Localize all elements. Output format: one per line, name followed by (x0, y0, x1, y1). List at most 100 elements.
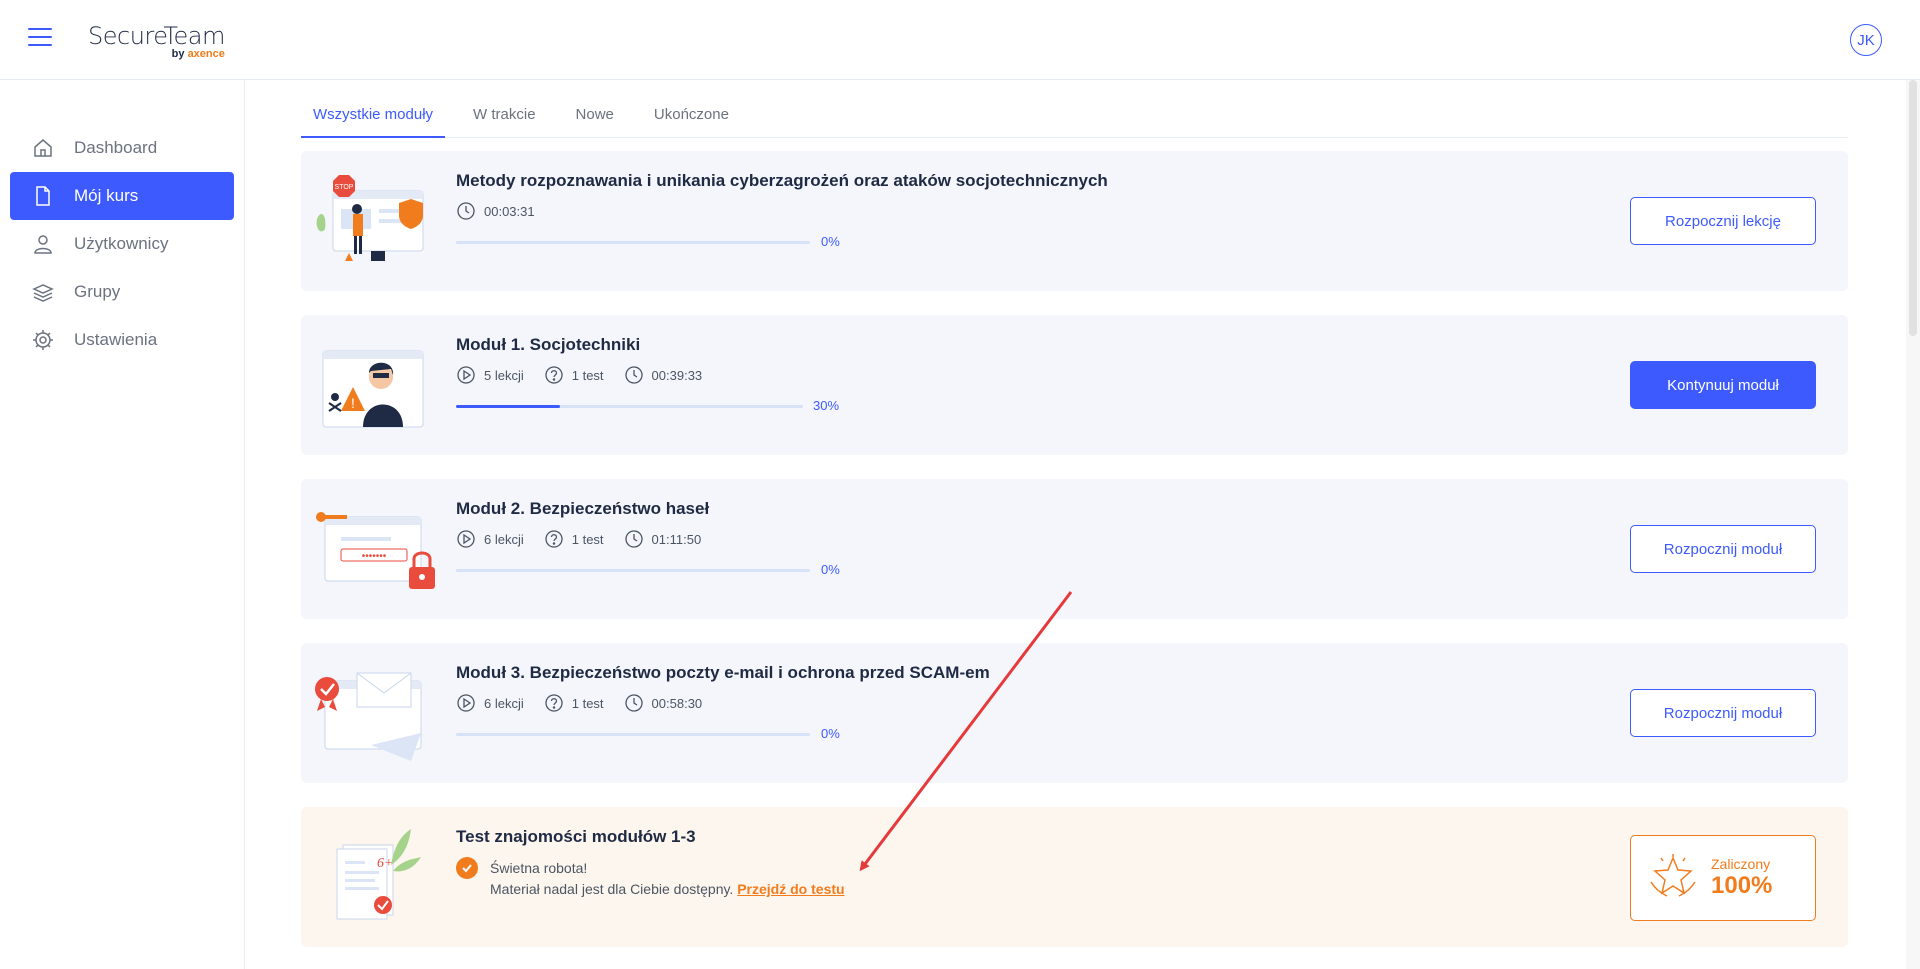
lessons: 5 lekcji (456, 365, 524, 385)
play-icon (457, 530, 475, 548)
lessons-count: 6 lekcji (484, 531, 524, 547)
duration: 00:39:33 (624, 365, 703, 385)
sidebar-item-grupy[interactable]: Grupy (10, 268, 234, 316)
tests: 1 test (544, 365, 604, 385)
result-value: 100% (1711, 872, 1773, 899)
duration: 00:58:30 (624, 693, 703, 713)
logo[interactable]: SecureTeam by axence (88, 22, 225, 60)
module-card: STOP Metody rozpoznawania i unikania cyb… (301, 151, 1848, 291)
module-card: ••••••• Moduł 2. Bezpieczeństwo haseł 6 … (301, 479, 1848, 619)
test-title: Test znajomości modułów 1-3 (456, 827, 696, 846)
success-text: Świetna robota! (490, 860, 588, 876)
progress-fill (456, 405, 561, 408)
module-meta: 6 lekcji 1 test 01:11:50 (456, 529, 721, 549)
module-card: ! Moduł 1. Socjotechniki 5 lekcji 1 test… (301, 315, 1848, 455)
test-card: 6+ Test znajomości modułów 1-3 Świetna r… (301, 807, 1848, 947)
question-icon (545, 530, 563, 548)
lessons: 6 lekcji (456, 693, 524, 713)
tab-ukonczone[interactable]: Ukończone (642, 92, 741, 138)
tab-wszystkie[interactable]: Wszystkie moduły (301, 92, 446, 138)
availability-text: Materiał nadal jest dla Ciebie dostępny. (490, 881, 734, 897)
home-icon (32, 137, 54, 159)
go-to-test-link[interactable]: Przejdź do testu (737, 881, 844, 897)
module-thumbnail: ••••••• (311, 497, 441, 601)
svg-text:STOP: STOP (335, 184, 354, 191)
start-module-button[interactable]: Rozpocznij moduł (1630, 525, 1816, 573)
result-label: Zaliczony (1711, 856, 1771, 872)
lessons-count: 5 lekcji (484, 367, 524, 383)
lessons: 6 lekcji (456, 529, 524, 549)
tests-count: 1 test (571, 695, 604, 711)
sidebar-item-label: Użytkownicy (74, 234, 169, 253)
svg-text:•••••••: ••••••• (362, 551, 387, 562)
duration: 01:11:50 (624, 529, 702, 549)
clock-icon (457, 202, 475, 220)
module-tabs: Wszystkie moduły W trakcie Nowe Ukończon… (301, 92, 1848, 138)
continue-module-button[interactable]: Kontynuuj moduł (1630, 361, 1816, 409)
tab-nowe[interactable]: Nowe (564, 92, 626, 138)
avatar[interactable]: JK (1850, 24, 1882, 56)
user-icon (32, 233, 54, 255)
duration-value: 00:39:33 (651, 367, 703, 383)
hamburger-menu-icon[interactable] (28, 28, 52, 50)
svg-text:6+: 6+ (377, 856, 393, 871)
module-meta: 6 lekcji 1 test 00:58:30 (456, 693, 722, 713)
scrollbar[interactable] (1906, 80, 1920, 969)
main-content: Wszystkie moduły W trakcie Nowe Ukończon… (281, 80, 1871, 969)
sidebar-item-uzytkownicy[interactable]: Użytkownicy (10, 220, 234, 268)
duration-value: 00:58:30 (651, 695, 703, 711)
test-result-badge: Zaliczony 100% (1630, 835, 1816, 921)
play-icon (457, 694, 475, 712)
layers-icon (32, 281, 54, 303)
svg-text:!: ! (351, 395, 355, 411)
document-icon (32, 185, 54, 207)
progress-bar (456, 241, 810, 244)
module-thumbnail: STOP (311, 169, 441, 273)
logo-text: SecureTeam (88, 22, 225, 50)
module-title: Metody rozpoznawania i unikania cyberzag… (456, 171, 1108, 190)
clock-icon (624, 694, 643, 712)
clock-icon (624, 366, 643, 384)
duration-value: 00:03:31 (484, 203, 535, 219)
sidebar: Dashboard Mój kurs Użytkownicy Grupy Ust… (0, 80, 245, 969)
sidebar-item-dashboard[interactable]: Dashboard (10, 124, 234, 172)
top-header: SecureTeam by axence JK (0, 0, 1920, 80)
tests: 1 test (544, 693, 604, 713)
sidebar-item-moj-kurs[interactable]: Mój kurs (10, 172, 234, 220)
sidebar-item-label: Dashboard (74, 138, 158, 157)
start-module-button[interactable]: Rozpocznij moduł (1630, 689, 1816, 737)
tab-w-trakcie[interactable]: W trakcie (461, 92, 548, 138)
scrollbar-thumb[interactable] (1909, 80, 1917, 336)
duration-value: 01:11:50 (651, 531, 702, 547)
tests-count: 1 test (571, 531, 604, 547)
module-thumbnail: ! (311, 333, 441, 437)
success-message: Świetna robota! (456, 857, 587, 879)
progress-bar (456, 405, 803, 408)
sidebar-item-label: Ustawienia (74, 330, 158, 349)
module-thumbnail (311, 661, 441, 765)
progress-bar (456, 569, 810, 572)
availability-message: Materiał nadal jest dla Ciebie dostępny.… (490, 881, 845, 897)
duration: 00:03:31 (456, 201, 535, 221)
start-lesson-button[interactable]: Rozpocznij lekcję (1630, 197, 1816, 245)
question-icon (545, 366, 563, 384)
progress-percent: 0% (821, 726, 840, 741)
award-icon (1650, 854, 1696, 897)
sidebar-item-ustawienia[interactable]: Ustawienia (10, 316, 234, 364)
tests-count: 1 test (571, 367, 604, 383)
check-icon (456, 857, 478, 879)
clock-icon (624, 530, 643, 548)
gear-icon (32, 329, 54, 351)
module-meta: 00:03:31 (456, 201, 555, 221)
sidebar-item-label: Grupy (74, 282, 121, 301)
module-title: Moduł 1. Socjotechniki (456, 335, 641, 354)
progress-percent: 30% (813, 398, 840, 413)
progress-percent: 0% (821, 234, 840, 249)
play-icon (457, 366, 475, 384)
test-thumbnail: 6+ (311, 825, 441, 929)
module-title: Moduł 3. Bezpieczeństwo poczty e-mail i … (456, 663, 990, 682)
progress-percent: 0% (821, 562, 840, 577)
tests: 1 test (544, 529, 604, 549)
progress-bar (456, 733, 810, 736)
question-icon (545, 694, 563, 712)
